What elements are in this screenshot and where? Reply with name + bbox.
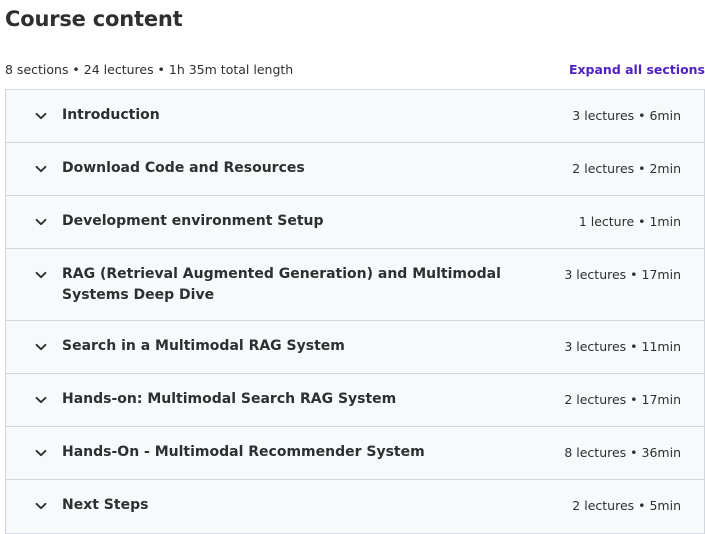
section-meta: 8 lectures • 36min — [564, 445, 681, 460]
section-dev-environment[interactable]: Development environment Setup 1 lecture … — [6, 196, 704, 249]
course-summary-row: 8 sections • 24 lectures • 1h 35m total … — [5, 60, 705, 80]
page-title: Course content — [5, 7, 183, 31]
section-meta: 2 lectures • 5min — [572, 498, 681, 513]
section-title: Search in a Multimodal RAG System — [62, 338, 345, 354]
chevron-down-icon — [34, 393, 48, 407]
section-download-code[interactable]: Download Code and Resources 2 lectures •… — [6, 143, 704, 196]
section-hands-on-recommender[interactable]: Hands-On - Multimodal Recommender System… — [6, 427, 704, 480]
expand-all-sections-button[interactable]: Expand all sections — [569, 60, 705, 80]
chevron-down-icon — [34, 215, 48, 229]
chevron-down-icon — [34, 340, 48, 354]
section-meta: 3 lectures • 17min — [564, 267, 681, 282]
section-rag-deep-dive[interactable]: RAG (Retrieval Augmented Generation) and… — [6, 249, 704, 321]
section-meta: 2 lectures • 2min — [572, 161, 681, 176]
chevron-down-icon — [34, 446, 48, 460]
section-title: RAG (Retrieval Augmented Generation) and… — [62, 266, 501, 303]
section-title: Hands-on: Multimodal Search RAG System — [62, 391, 397, 407]
section-meta: 3 lectures • 6min — [572, 108, 681, 123]
chevron-down-icon — [34, 162, 48, 176]
chevron-down-icon — [34, 268, 48, 282]
chevron-down-icon — [34, 499, 48, 513]
section-introduction[interactable]: Introduction 3 lectures • 6min — [6, 90, 704, 143]
section-next-steps[interactable]: Next Steps 2 lectures • 5min — [6, 480, 704, 533]
chevron-down-icon — [34, 109, 48, 123]
section-hands-on-search[interactable]: Hands-on: Multimodal Search RAG System 2… — [6, 374, 704, 427]
section-multimodal-search[interactable]: Search in a Multimodal RAG System 3 lect… — [6, 321, 704, 374]
section-title: Introduction — [62, 107, 160, 123]
section-meta: 1 lecture • 1min — [578, 214, 681, 229]
section-title: Hands-On - Multimodal Recommender System — [62, 444, 425, 460]
course-summary: 8 sections • 24 lectures • 1h 35m total … — [5, 62, 294, 77]
section-meta: 2 lectures • 17min — [564, 392, 681, 407]
section-meta: 3 lectures • 11min — [564, 339, 681, 354]
section-title: Next Steps — [62, 497, 149, 513]
section-title: Development environment Setup — [62, 213, 324, 229]
course-sections-list: Introduction 3 lectures • 6min Download … — [5, 89, 705, 534]
section-title: Download Code and Resources — [62, 160, 305, 176]
